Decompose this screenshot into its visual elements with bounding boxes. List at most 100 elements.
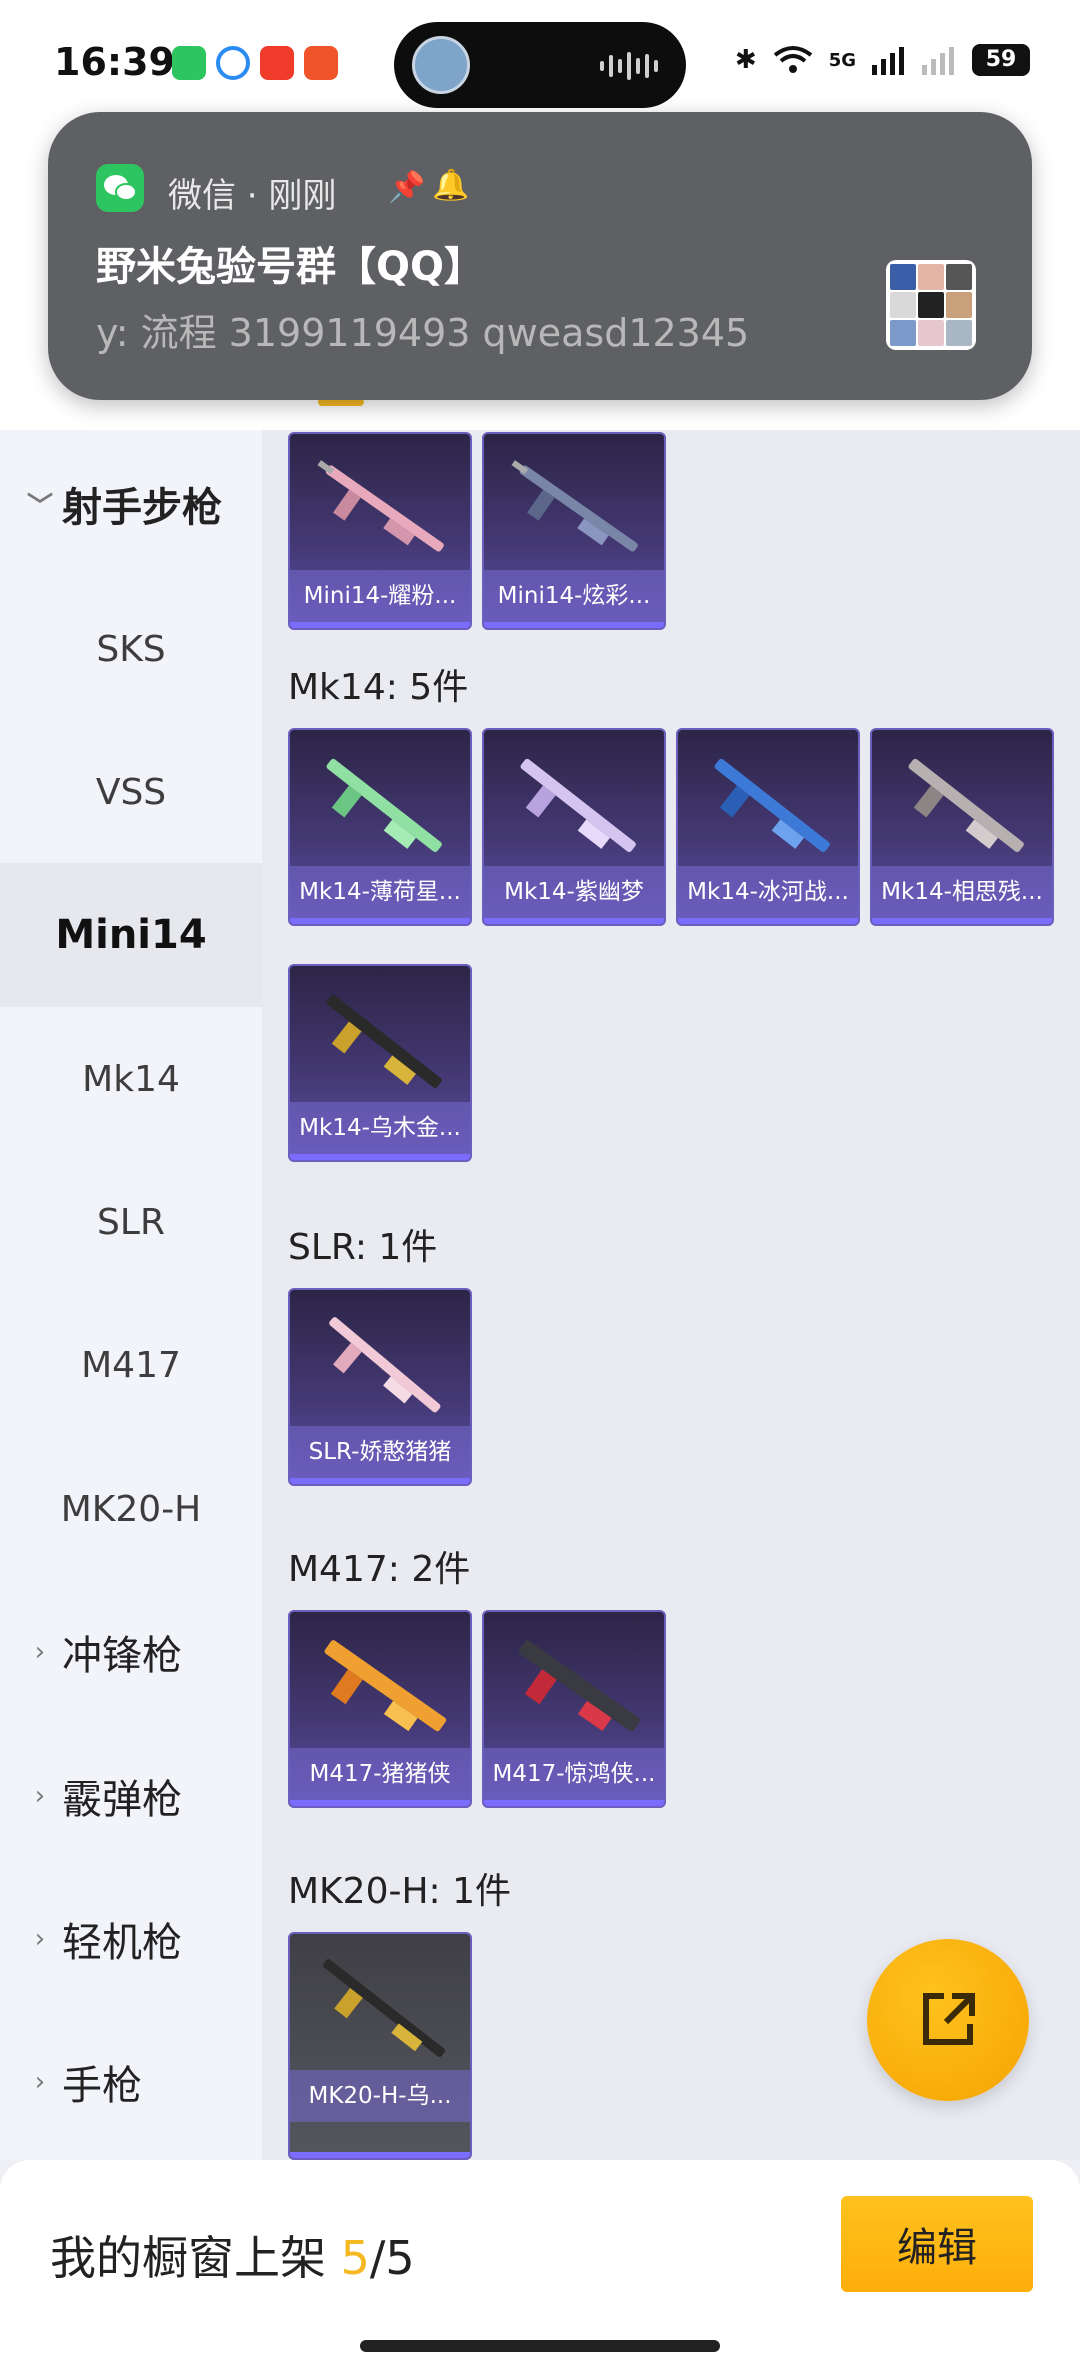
section-title-slr: SLR: 1件 xyxy=(288,1227,438,1268)
sidebar-category-pistol[interactable]: › 手枪 xyxy=(0,2010,262,2154)
skin-card[interactable]: Mk14-薄荷星... xyxy=(288,728,472,926)
skin-name: Mk14-乌木金... xyxy=(290,1102,470,1154)
network-label: 5G xyxy=(828,49,856,71)
rifle-image xyxy=(714,758,830,853)
skin-card[interactable]: SLR-娇憨猪猪 xyxy=(288,1288,472,1486)
skin-name: Mini14-耀粉... xyxy=(290,570,470,622)
sidebar-category-smg[interactable]: › 冲锋枪 xyxy=(0,1580,262,1724)
status-bar: 16:39 ✱ 5G 59 xyxy=(0,0,1080,130)
skin-name: Mk14-冰河战... xyxy=(678,866,858,918)
audio-wave-icon xyxy=(600,52,658,80)
showcase-count-total: /5 xyxy=(369,2231,415,2285)
sidebar-item-m417[interactable]: M417 xyxy=(0,1293,262,1437)
chevron-right-icon: › xyxy=(34,1924,46,1954)
rifle-image xyxy=(323,1959,445,2057)
notification-title: 野米兔验号群【QQ】 xyxy=(96,244,485,290)
skin-card[interactable]: Mk14-冰河战... xyxy=(676,728,860,926)
skin-card[interactable]: Mk14-紫幽梦 xyxy=(482,728,666,926)
chevron-right-icon: › xyxy=(34,1781,46,1811)
card-rarity-bar xyxy=(484,918,664,924)
rifle-image xyxy=(326,994,442,1089)
sidebar-category-shotgun[interactable]: › 霰弹枪 xyxy=(0,1724,262,1868)
chevron-down-icon: ﹀ xyxy=(26,491,53,522)
card-rarity-bar xyxy=(290,622,470,628)
status-time: 16:39 xyxy=(54,40,175,84)
card-rarity-bar xyxy=(290,1478,470,1484)
share-icon xyxy=(923,1993,975,2045)
skin-card[interactable]: M417-惊鸿侠... xyxy=(482,1610,666,1808)
section-title-mk14: Mk14: 5件 xyxy=(288,667,469,708)
sidebar-category-label: 轻机枪 xyxy=(62,1920,182,1966)
bell-icon[interactable]: 🔔 xyxy=(432,168,469,203)
group-avatar xyxy=(886,260,976,350)
skin-name: SLR-娇憨猪猪 xyxy=(290,1426,470,1478)
status-app-icons xyxy=(172,46,338,80)
sidebar-category-lmg[interactable]: › 轻机枪 xyxy=(0,1867,262,2011)
rifle-image xyxy=(520,758,636,853)
skin-name: Mini14-炫彩... xyxy=(484,570,664,622)
card-rarity-bar xyxy=(290,1154,470,1160)
showcase-count-current: 5 xyxy=(340,2231,370,2285)
skin-card[interactable]: M417-猪猪侠 xyxy=(288,1610,472,1808)
signal-2-icon xyxy=(922,47,954,75)
rifle-image xyxy=(324,1640,447,1732)
chevron-right-icon: › xyxy=(34,2067,46,2097)
rifle-image xyxy=(329,1317,441,1413)
sidebar-category-label: 手枪 xyxy=(62,2063,142,2109)
skin-name: Mk14-相思残... xyxy=(872,866,1052,918)
video-app-icon xyxy=(260,46,294,80)
wechat-icon xyxy=(96,164,144,212)
skin-card[interactable]: Mk14-乌木金... xyxy=(288,964,472,1162)
skin-card[interactable]: Mk14-相思残... xyxy=(870,728,1054,926)
rifle-image xyxy=(326,758,442,853)
signal-icon xyxy=(872,47,904,75)
showcase-count: 我的橱窗上架 5/5 xyxy=(50,2222,415,2288)
showcase-label: 我的橱窗上架 xyxy=(50,2231,341,2285)
skin-card[interactable]: Mini14-耀粉... xyxy=(288,432,472,630)
card-rarity-bar xyxy=(290,918,470,924)
notification-body: y: 流程 3199119493 qweasd12345 xyxy=(96,311,750,355)
notification-app-name: 微信 · 刚刚 xyxy=(168,176,337,216)
sidebar-item-sks[interactable]: SKS xyxy=(0,577,262,721)
shopping-app-icon xyxy=(304,46,338,80)
skin-card[interactable]: MK20-H-乌... xyxy=(288,1932,472,2160)
battery-indicator: 59 xyxy=(972,44,1030,76)
share-button[interactable] xyxy=(867,1939,1029,2101)
sidebar-item-vss[interactable]: VSS xyxy=(0,720,262,864)
rifle-image xyxy=(511,460,638,552)
sidebar-category-label: 射手步枪 xyxy=(62,485,222,531)
chevron-right-icon: › xyxy=(34,1637,46,1667)
status-indicators: ✱ 5G 59 xyxy=(735,44,1030,76)
home-indicator[interactable] xyxy=(360,2340,720,2352)
skin-name: Mk14-紫幽梦 xyxy=(484,866,664,918)
rifle-image xyxy=(518,1640,641,1732)
sidebar-category-label: 霰弹枪 xyxy=(62,1777,182,1823)
sidebar-item-mk14[interactable]: Mk14 xyxy=(0,1007,262,1151)
card-rarity-bar xyxy=(484,622,664,628)
rifle-image xyxy=(317,460,444,552)
card-rarity-bar xyxy=(678,918,858,924)
wechat-notification[interactable]: 微信 · 刚刚 📌 🔔 野米兔验号群【QQ】 y: 流程 3199119493 … xyxy=(48,112,1032,400)
skin-card[interactable]: Mini14-炫彩... xyxy=(482,432,666,630)
wifi-icon xyxy=(773,46,812,73)
skin-name: M417-惊鸿侠... xyxy=(484,1748,664,1800)
bottom-bar: 我的橱窗上架 5/5 编辑 xyxy=(0,2160,1080,2375)
sidebar-item-mk20h[interactable]: MK20-H xyxy=(0,1437,262,1581)
section-title-mk20h: MK20-H: 1件 xyxy=(288,1871,512,1912)
section-title-m417: M417: 2件 xyxy=(288,1549,471,1590)
browser-icon xyxy=(216,46,250,80)
skin-name: MK20-H-乌... xyxy=(290,2070,470,2122)
sidebar-category-marksman[interactable]: ﹀ 射手步枪 xyxy=(0,432,262,576)
skin-name: M417-猪猪侠 xyxy=(290,1748,470,1800)
card-rarity-bar xyxy=(484,1800,664,1806)
edit-button[interactable]: 编辑 xyxy=(841,2196,1033,2292)
sidebar-item-slr[interactable]: SLR xyxy=(0,1150,262,1294)
card-rarity-bar xyxy=(290,2152,470,2158)
wechat-icon xyxy=(172,46,206,80)
sidebar-item-mini14[interactable]: Mini14 xyxy=(0,863,262,1007)
rifle-image xyxy=(908,758,1024,853)
card-rarity-bar xyxy=(872,918,1052,924)
sidebar-category-label: 冲锋枪 xyxy=(62,1633,182,1679)
pin-icon[interactable]: 📌 xyxy=(388,170,425,205)
dynamic-island[interactable] xyxy=(394,22,686,108)
